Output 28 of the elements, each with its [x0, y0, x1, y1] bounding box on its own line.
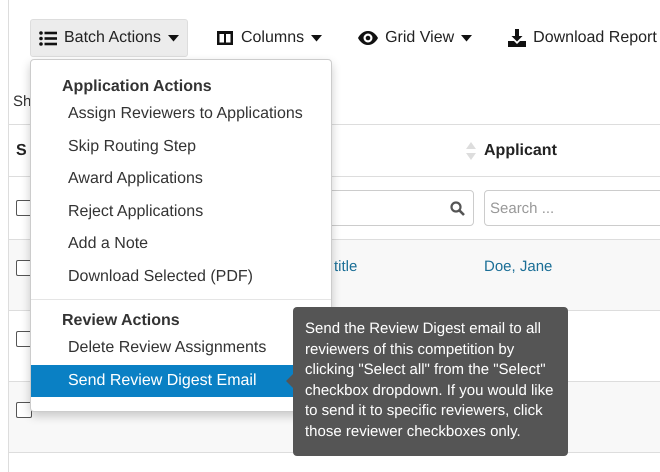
- menu-item[interactable]: Download Selected (PDF): [31, 260, 331, 293]
- search-field[interactable]: Search ...: [484, 190, 660, 226]
- list-icon: [39, 30, 57, 46]
- menu-item[interactable]: Skip Routing Step: [31, 130, 331, 163]
- summary-text: Sh: [13, 93, 32, 110]
- toolbar-button[interactable]: Batch Actions: [30, 19, 188, 57]
- title-link[interactable]: title: [334, 258, 358, 275]
- applicant-link[interactable]: Doe, Jane: [484, 258, 552, 275]
- menu-heading: Application Actions: [62, 77, 212, 97]
- menu-item[interactable]: Add a Note: [31, 228, 331, 260]
- columns-icon: [216, 30, 234, 46]
- menu-item[interactable]: Assign Reviewers to Applications: [31, 98, 331, 130]
- search-icon: [450, 200, 465, 216]
- caret-icon: [311, 34, 322, 42]
- menu-item[interactable]: Reject Applications: [31, 196, 331, 228]
- row-checkbox[interactable]: [16, 402, 32, 418]
- eye-icon: [358, 31, 378, 45]
- toolbar-button[interactable]: Columns: [208, 19, 330, 57]
- menu-item[interactable]: Award Applications: [31, 163, 331, 196]
- toolbar-button[interactable]: Download Report: [500, 19, 660, 57]
- tooltip: Send the Review Digest email to all reviewers of this competition by clicking "Select all" from the "Select" checkbox dropdown. If you would like to send it to specific reviewers, click those reviewer checkboxes only.: [293, 307, 568, 456]
- toolbar-button[interactable]: Grid View: [350, 19, 480, 57]
- column-header: S: [16, 142, 27, 160]
- caret-icon: [461, 34, 472, 42]
- column-header: Applicant: [484, 142, 557, 160]
- caret-icon: [168, 34, 179, 42]
- menu-heading: Review Actions: [62, 311, 180, 331]
- download-icon: [508, 29, 526, 47]
